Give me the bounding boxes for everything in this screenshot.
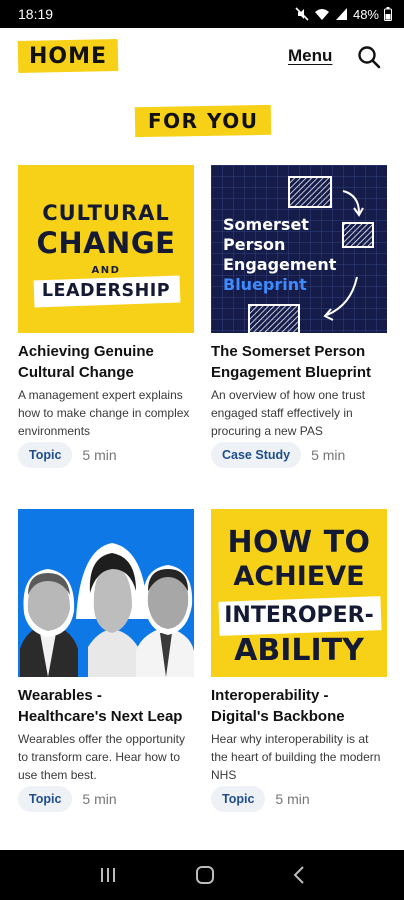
status-time: 18:19: [18, 6, 54, 22]
menu-link[interactable]: Menu: [288, 46, 332, 66]
card-meta: Topic 5 min: [18, 442, 117, 468]
card-thumbnail: Somerset Person Engagement Blueprint: [211, 165, 387, 333]
thumb-line: ACHIEVE: [233, 561, 365, 592]
thumb-line: Person: [223, 235, 286, 254]
thumb-line: Engagement: [223, 255, 337, 274]
card-title[interactable]: Wearables - Healthcare's Next Leap: [18, 685, 194, 727]
recent-apps-icon[interactable]: [98, 866, 118, 884]
home-circle-icon[interactable]: [194, 864, 216, 886]
back-icon[interactable]: [292, 865, 306, 885]
card-meta: Case Study 5 min: [211, 442, 345, 468]
wifi-icon: [314, 9, 329, 20]
article-card[interactable]: Wearables - Healthcare's Next Leap Weara…: [18, 509, 194, 784]
tag-badge[interactable]: Topic: [211, 786, 266, 812]
thumb-line: ABILITY: [234, 633, 364, 668]
home-label: HOME: [28, 43, 108, 69]
thumb-line: AND: [91, 265, 121, 276]
read-duration: 5 min: [82, 791, 117, 807]
thumb-line: HOW TO: [227, 525, 371, 560]
thumb-line: INTEROPER-: [224, 603, 374, 628]
read-duration: 5 min: [311, 447, 346, 463]
card-title[interactable]: Achieving Genuine Cultural Change: [18, 341, 194, 383]
read-duration: 5 min: [82, 447, 117, 463]
status-icons: 48%: [295, 7, 392, 22]
article-card[interactable]: HOW TO ACHIEVE INTEROPER- ABILITY Intero…: [211, 509, 387, 784]
speakers-photo: [20, 543, 194, 677]
search-icon[interactable]: [356, 44, 382, 70]
section-title: FOR YOU: [147, 109, 259, 134]
card-description: An overview of how one trust engaged sta…: [211, 388, 366, 438]
thumb-line: CULTURAL: [42, 201, 170, 225]
card-title[interactable]: Interoperability - Digital's Backbone: [211, 685, 387, 727]
signal-icon: [335, 8, 347, 20]
battery-icon: [384, 7, 392, 21]
card-meta: Topic 5 min: [18, 786, 117, 812]
article-card[interactable]: Somerset Person Engagement Blueprint The…: [211, 165, 387, 440]
card-thumbnail: HOW TO ACHIEVE INTEROPER- ABILITY: [211, 509, 387, 677]
thumb-line: CHANGE: [36, 226, 176, 260]
card-thumbnail: CULTURAL CHANGE AND LEADERSHIP: [18, 165, 194, 333]
tag-badge[interactable]: Case Study: [211, 442, 302, 468]
tag-badge[interactable]: Topic: [18, 786, 73, 812]
thumb-line: Blueprint: [223, 275, 307, 294]
card-meta: Topic 5 min: [211, 786, 310, 812]
card-description: Hear why interoperability is at the hear…: [211, 732, 381, 782]
battery-percentage: 48%: [352, 6, 379, 22]
section-heading: FOR YOU: [134, 104, 272, 138]
tag-badge[interactable]: Topic: [18, 442, 73, 468]
card-thumbnail: [18, 509, 194, 677]
status-bar: 18:19 48%: [0, 0, 404, 28]
thumb-line: LEADERSHIP: [41, 281, 171, 301]
navigation-bar: [0, 850, 404, 900]
article-card[interactable]: CULTURAL CHANGE AND LEADERSHIP Achieving…: [18, 165, 194, 440]
card-description: Wearables offer the opportunity to trans…: [18, 732, 185, 782]
mute-icon: [295, 7, 309, 21]
thumb-line: Somerset: [223, 215, 309, 234]
read-duration: 5 min: [275, 791, 310, 807]
card-title[interactable]: The Somerset Person Engagement Blueprint: [211, 341, 387, 383]
card-description: A management expert explains how to make…: [18, 388, 190, 438]
home-logo[interactable]: HOME: [17, 38, 119, 74]
